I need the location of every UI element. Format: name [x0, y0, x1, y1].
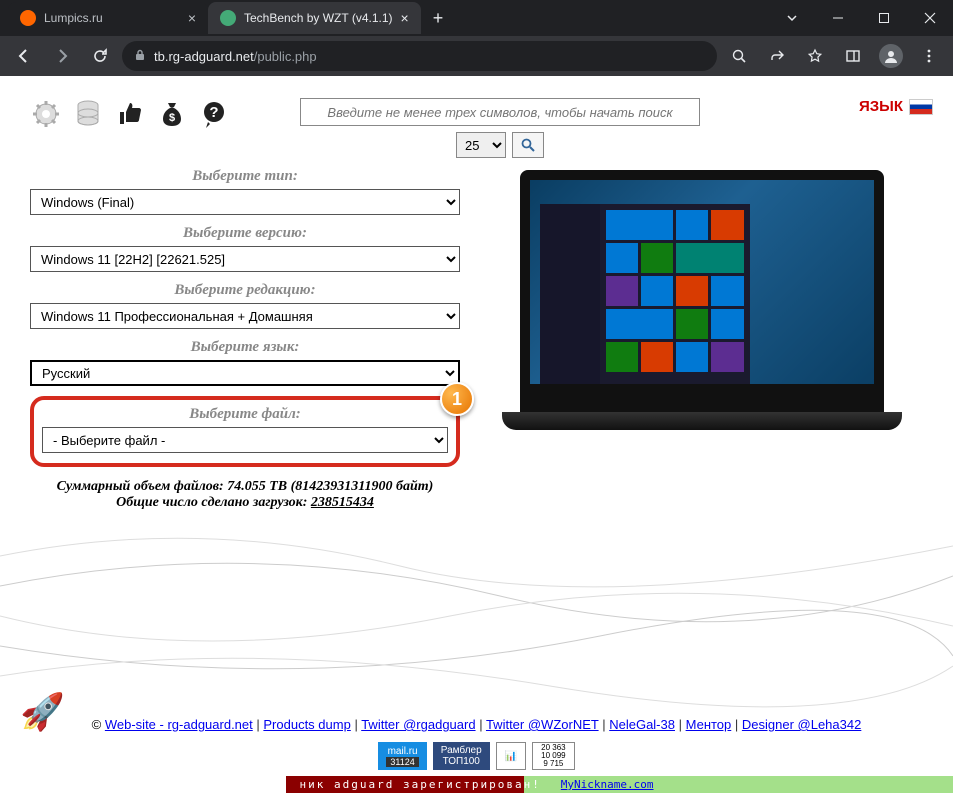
tab-lumpics[interactable]: Lumpics.ru ×: [8, 2, 208, 34]
language-selector[interactable]: ЯЗЫК: [859, 98, 933, 115]
lang-label: Выберите язык:: [30, 339, 460, 356]
footer-link[interactable]: Ментор: [686, 717, 732, 732]
zoom-icon[interactable]: [723, 40, 755, 72]
download-form: Выберите тип: Windows (Final) Выберите в…: [30, 168, 460, 511]
url-text: tb.rg-adguard.net/public.php: [154, 49, 317, 64]
tab-title: TechBench by WZT (v4.1.1): [244, 11, 393, 25]
profile-button[interactable]: [875, 40, 907, 72]
page-footer: 🚀 © Web-site - rg-adguard.net | Products…: [0, 707, 953, 793]
tab-techbench[interactable]: TechBench by WZT (v4.1.1) ×: [208, 2, 421, 34]
money-bag-icon[interactable]: $: [156, 98, 188, 130]
close-icon[interactable]: ×: [188, 10, 196, 26]
flag-ru-icon: [909, 99, 933, 115]
window-controls: [769, 0, 953, 36]
footer-link[interactable]: Designer @Leha342: [742, 717, 861, 732]
thumbs-up-icon[interactable]: [114, 98, 146, 130]
type-label: Выберите тип:: [30, 168, 460, 185]
maximize-button[interactable]: [861, 0, 907, 36]
file-label: Выберите файл:: [42, 406, 448, 423]
downloads-link[interactable]: 238515434: [311, 495, 374, 510]
tab-bar: Lumpics.ru × TechBench by WZT (v4.1.1) ×…: [0, 0, 953, 36]
tab-title: Lumpics.ru: [44, 11, 103, 25]
forward-button[interactable]: [46, 40, 78, 72]
footer-links: © Web-site - rg-adguard.net | Products d…: [0, 707, 953, 742]
background-waves: [0, 516, 953, 716]
gear-icon[interactable]: [30, 98, 62, 130]
edition-label: Выберите редакцию:: [30, 282, 460, 299]
svg-text:?: ?: [209, 104, 218, 121]
side-panel-icon[interactable]: [837, 40, 869, 72]
lock-icon: [134, 49, 146, 64]
highlight-annotation: 1 Выберите файл: - Выберите файл -: [30, 396, 460, 467]
search-input[interactable]: [300, 98, 700, 126]
url-field[interactable]: tb.rg-adguard.net/public.php: [122, 41, 717, 71]
share-icon[interactable]: [761, 40, 793, 72]
favicon-lumpics: [20, 10, 36, 26]
avatar-icon: [879, 44, 903, 68]
help-icon[interactable]: ?: [198, 98, 230, 130]
stats-downloads: Общие число сделано загрузок: 238515434: [30, 495, 460, 511]
new-tab-button[interactable]: +: [421, 8, 456, 29]
svg-text:$: $: [169, 112, 175, 124]
page-content: $ ? 25 ЯЗЫК Выберите тип:: [0, 76, 953, 793]
laptop-image: [502, 170, 902, 430]
liveinternet-badge[interactable]: 📊: [496, 742, 526, 770]
footer-link[interactable]: Twitter @rgadguard: [361, 717, 475, 732]
footer-link[interactable]: NeleGal-38: [609, 717, 675, 732]
close-button[interactable]: [907, 0, 953, 36]
footer-link[interactable]: Products dump: [263, 717, 350, 732]
version-select[interactable]: Windows 11 [22H2] [22621.525]: [30, 246, 460, 272]
mailru-badge[interactable]: mail.ru31124: [378, 742, 426, 770]
edition-select[interactable]: Windows 11 Профессиональная + Домашняя: [30, 303, 460, 329]
stats-block: Суммарный объем файлов: 74.055 TB (81423…: [30, 479, 460, 511]
rocket-icon[interactable]: 🚀: [20, 691, 65, 733]
close-icon[interactable]: ×: [401, 10, 409, 26]
menu-button[interactable]: [913, 40, 945, 72]
page-size-select[interactable]: 25: [456, 132, 506, 158]
bookmark-icon[interactable]: [799, 40, 831, 72]
address-bar: tb.rg-adguard.net/public.php: [0, 36, 953, 76]
mynickname-link[interactable]: MyNickname.com: [561, 778, 654, 791]
toolbar-icons: $ ?: [30, 98, 230, 130]
nickname-bar: ник adguard зарегистрирован! MyNickname.…: [0, 776, 953, 793]
version-label: Выберите версию:: [30, 225, 460, 242]
type-select[interactable]: Windows (Final): [30, 189, 460, 215]
stats-size: Суммарный объем файлов: 74.055 TB (81423…: [30, 479, 460, 495]
back-button[interactable]: [8, 40, 40, 72]
favicon-techbench: [220, 10, 236, 26]
footer-link[interactable]: Web-site - rg-adguard.net: [105, 717, 253, 732]
annotation-marker: 1: [440, 382, 474, 416]
search-button[interactable]: [512, 132, 544, 158]
chevron-down-icon[interactable]: [769, 0, 815, 36]
reload-button[interactable]: [84, 40, 116, 72]
counter-badges: mail.ru31124 РамблерТОП100 📊 20 36310 09…: [0, 742, 953, 776]
minimize-button[interactable]: [815, 0, 861, 36]
rambler-badge[interactable]: РамблерТОП100: [433, 742, 490, 770]
search-icon: [520, 137, 536, 153]
language-label: ЯЗЫК: [859, 98, 903, 115]
browser-chrome: Lumpics.ru × TechBench by WZT (v4.1.1) ×…: [0, 0, 953, 76]
stats-badge[interactable]: 20 36310 0999 715: [532, 742, 574, 770]
footer-link[interactable]: Twitter @WZorNET: [486, 717, 599, 732]
file-select[interactable]: - Выберите файл -: [42, 427, 448, 453]
lang-select[interactable]: Русский: [30, 360, 460, 386]
database-icon[interactable]: [72, 98, 104, 130]
